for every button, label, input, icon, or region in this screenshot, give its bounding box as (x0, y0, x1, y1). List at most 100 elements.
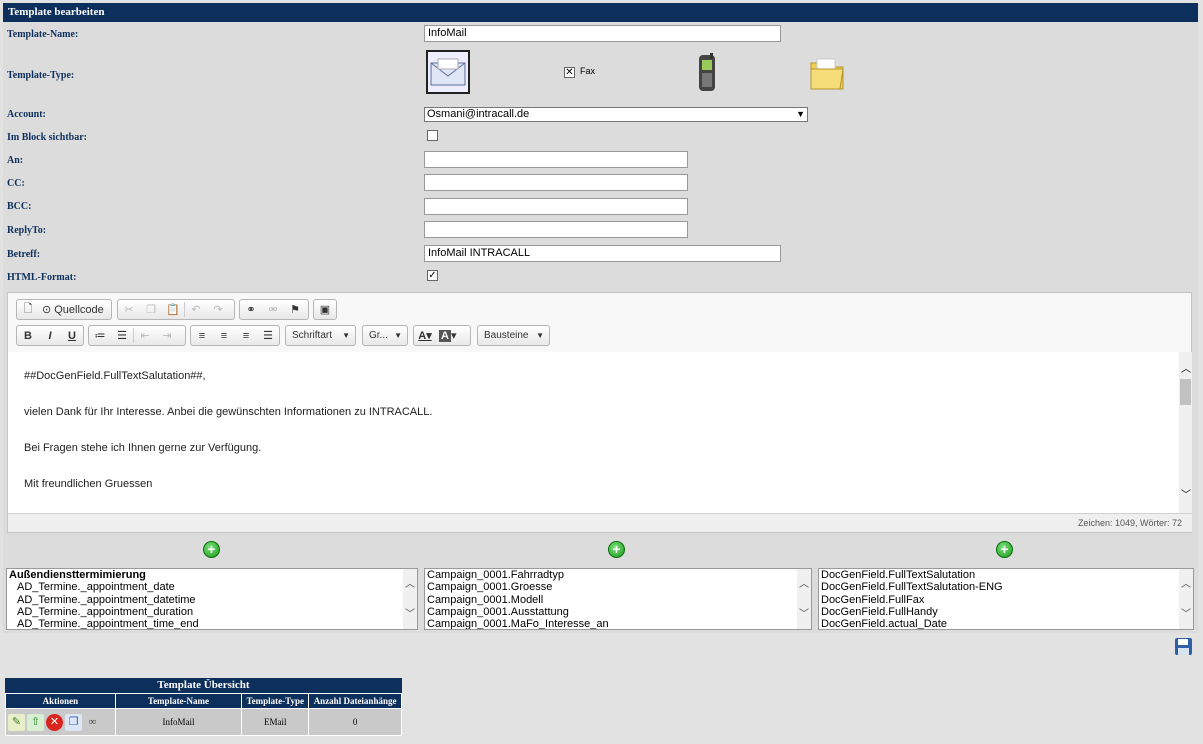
email-type-button[interactable] (426, 50, 470, 94)
editor-content[interactable]: ##DocGenField.FullTextSalutation##, viel… (8, 352, 1179, 513)
sms-type-button[interactable] (695, 53, 719, 93)
field-list-middle[interactable]: Campaign_0001.Fahrradtyp Campaign_0001.G… (424, 568, 812, 630)
unlink-button[interactable]: ⚮ (262, 300, 284, 319)
editor-line: ##DocGenField.FullTextSalutation##, (24, 370, 206, 382)
field-list-left[interactable]: Außendiensttermimierung AD_Termine._appo… (6, 568, 418, 630)
copy-icon: ❐ (68, 715, 79, 728)
overview-table: Aktionen Template-Name Template-Type Anz… (5, 693, 402, 736)
text-color-button[interactable]: A▾ (414, 326, 436, 345)
numbered-list-icon: ≔ (94, 330, 106, 342)
column-header: Template-Name (114, 693, 243, 709)
replyto-input[interactable] (424, 221, 688, 238)
outdent-button[interactable]: ⇤ (134, 326, 156, 345)
plus-icon: + (1000, 541, 1009, 557)
betreff-label: Betreff: (7, 249, 41, 260)
scroll-thumb[interactable] (1180, 379, 1191, 405)
image-button[interactable]: ▣ (314, 300, 336, 319)
list-item[interactable]: Campaign_0001.Fahrradtyp (425, 569, 811, 581)
list-item[interactable]: AD_Termine._appointment_duration (7, 606, 417, 618)
clipboard-icon: 📋 (166, 304, 180, 316)
add-right-button[interactable]: + (996, 541, 1013, 558)
link-icon: ⚭ (246, 304, 256, 316)
link-button[interactable]: ⚭ (240, 300, 262, 319)
background-color-icon: A (439, 329, 451, 342)
source-button[interactable]: ⊙ Quellcode (39, 300, 107, 319)
indent-button[interactable]: ⇥ (156, 326, 178, 345)
image-icon: ▣ (319, 304, 331, 316)
chevron-up-icon: ︿ (405, 579, 415, 590)
im-block-checkbox[interactable] (427, 130, 438, 141)
list-item[interactable]: Campaign_0001.MaFo_Interesse_an (425, 618, 811, 629)
edit-button[interactable]: ✎ (8, 713, 25, 731)
toolbar-group-align: ≡ ≡ ≡ ☰ (190, 325, 280, 346)
toolbar-group-colors: A▾ A ▾ (413, 325, 471, 346)
document-type-button[interactable] (807, 53, 847, 93)
redo-button[interactable]: ↷ (207, 300, 229, 319)
toolbar-group-lists: ≔ ☰ ⇤ ⇥ (88, 325, 186, 346)
save-button[interactable] (1174, 637, 1193, 656)
betreff-input[interactable]: InfoMail INTRACALL (424, 245, 781, 262)
font-combo-label: Schriftart (292, 330, 333, 341)
an-input[interactable] (424, 151, 688, 168)
list-item[interactable]: AD_Termine._appointment_time_end (7, 618, 417, 629)
list-item[interactable]: DocGenField.FullFax (819, 594, 1193, 606)
template-type-label: Template-Type: (7, 70, 75, 81)
account-select[interactable]: Osmani@intracall.de ▼ (424, 107, 808, 122)
bcc-input[interactable] (424, 198, 688, 215)
html-format-checkbox[interactable]: ✓ (427, 270, 438, 281)
align-left-button[interactable]: ≡ (191, 326, 213, 345)
glasses-icon: ∞ (88, 715, 97, 728)
list-item[interactable]: DocGenField.FullTextSalutation-ENG (819, 581, 1193, 593)
indent-icon: ⇥ (162, 330, 172, 342)
fax-label: Fax (580, 66, 596, 76)
list-item[interactable]: DocGenField.FullHandy (819, 606, 1193, 618)
add-left-button[interactable]: + (203, 541, 220, 558)
anchor-button[interactable]: ⚑ (284, 300, 306, 319)
undo-button[interactable]: ↶ (185, 300, 207, 319)
export-button[interactable]: ⇧ (27, 713, 44, 731)
delete-button[interactable]: ✕ (46, 713, 63, 731)
align-right-button[interactable]: ≡ (235, 326, 257, 345)
list-item[interactable]: Campaign_0001.Modell (425, 594, 811, 606)
list-item[interactable]: DocGenField.FullTextSalutation (819, 569, 1193, 581)
list-item[interactable]: AD_Termine._appointment_date (7, 581, 417, 593)
new-page-button[interactable]: 🗋 (17, 300, 39, 319)
underline-button[interactable]: U (61, 326, 83, 345)
list-item[interactable]: Campaign_0001.Groesse (425, 581, 811, 593)
bold-button[interactable]: B (17, 326, 39, 345)
cut-button[interactable]: ✂ (118, 300, 140, 319)
font-combo[interactable]: Schriftart ▼ (285, 325, 356, 346)
field-list-right[interactable]: DocGenField.FullTextSalutation DocGenFie… (818, 568, 1194, 630)
align-center-button[interactable]: ≡ (213, 326, 235, 345)
edit-icon: ✎ (11, 715, 22, 728)
paste-button[interactable]: 📋 (162, 300, 184, 319)
italic-button[interactable]: I (39, 326, 61, 345)
justify-icon: ☰ (263, 330, 273, 342)
editor-scrollbar[interactable]: ︿ ﹀ (1179, 352, 1192, 513)
list-item[interactable]: DocGenField.actual_Date (819, 618, 1193, 629)
list-item[interactable]: Campaign_0001.Ausstattung (425, 606, 811, 618)
list-scrollbar[interactable]: ︿ ﹀ (1179, 569, 1193, 629)
copy-template-button[interactable]: ❐ (65, 713, 82, 731)
list-group-header: Außendiensttermimierung (9, 569, 146, 581)
preview-button[interactable]: ∞ (84, 714, 101, 731)
cc-input[interactable] (424, 174, 688, 191)
size-combo[interactable]: Gr... ▼ (362, 325, 408, 346)
numbered-list-button[interactable]: ≔ (89, 326, 111, 345)
blocks-combo[interactable]: Bausteine ▼ (477, 325, 550, 346)
background-color-button[interactable]: A ▾ (436, 326, 459, 345)
html-format-label: HTML-Format: (7, 272, 77, 283)
justify-button[interactable]: ☰ (257, 326, 279, 345)
template-name-input[interactable]: InfoMail (424, 25, 781, 42)
copy-button[interactable]: ❐ (140, 300, 162, 319)
list-item[interactable]: AD_Termine._appointment_datetime (7, 594, 417, 606)
fax-checkbox[interactable]: ✕ (564, 67, 575, 78)
panel-title: Template bearbeiten (3, 3, 1198, 22)
chevron-up-icon: ︿ (1181, 364, 1191, 375)
list-scrollbar[interactable]: ︿ ﹀ (797, 569, 811, 629)
blocks-combo-label: Bausteine (484, 330, 529, 341)
editor-line: Mit freundlichen Gruessen (24, 478, 153, 490)
add-middle-button[interactable]: + (608, 541, 625, 558)
list-scrollbar[interactable]: ︿ ﹀ (403, 569, 417, 629)
bullet-list-button[interactable]: ☰ (111, 326, 133, 345)
